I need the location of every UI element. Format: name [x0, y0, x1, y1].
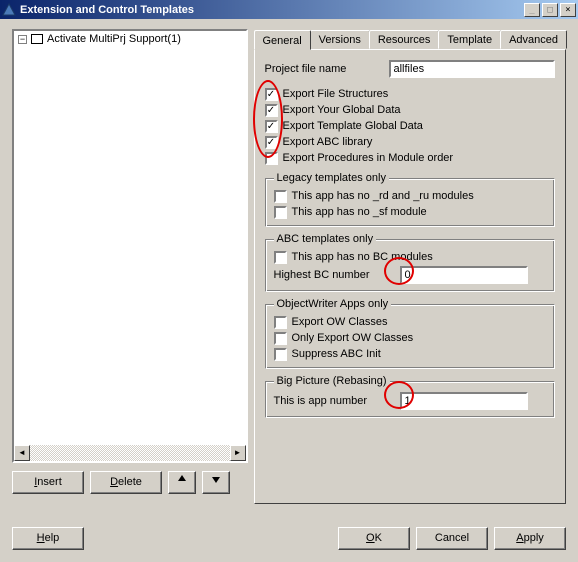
apply-button[interactable]: Apply — [494, 527, 566, 550]
move-up-button[interactable] — [168, 471, 196, 494]
group-big-picture: Big Picture (Rebasing) This is app numbe… — [265, 375, 556, 418]
ok-label: K — [375, 532, 382, 544]
app-icon — [2, 3, 16, 17]
maximize-button[interactable]: □ — [542, 3, 558, 17]
move-down-button[interactable] — [202, 471, 230, 494]
tab-template[interactable]: Template — [438, 30, 501, 49]
checkbox-export-file-structures[interactable]: ✓ — [265, 88, 278, 101]
titlebar: Extension and Control Templates _ □ × — [0, 0, 578, 19]
group-legend: Big Picture (Rebasing) — [274, 375, 390, 387]
app-number-input[interactable] — [400, 392, 528, 410]
group-abc: ABC templates only This app has no BC mo… — [265, 233, 556, 292]
check-label: This app has no _rd and _ru modules — [292, 190, 474, 202]
app-number-label: This is app number — [274, 395, 394, 407]
scrollbar-horizontal[interactable]: ◄ ► — [14, 445, 246, 461]
tab-body-general: Project file name ✓ Export File Structure… — [254, 49, 567, 504]
checkbox-no-bc[interactable] — [274, 251, 287, 264]
tab-advanced[interactable]: Advanced — [500, 30, 567, 49]
check-label: Suppress ABC Init — [292, 348, 381, 360]
check-label: Export ABC library — [283, 136, 373, 148]
tree-expand-icon[interactable]: − — [18, 35, 27, 44]
tab-resources[interactable]: Resources — [369, 30, 440, 49]
group-legacy: Legacy templates only This app has no _r… — [265, 172, 556, 227]
ok-button[interactable]: OK — [338, 527, 410, 550]
template-tree[interactable]: − Activate MultiPrj Support(1) ◄ ► — [12, 29, 248, 463]
check-label: This app has no BC modules — [292, 251, 433, 263]
checkbox-export-global-data[interactable]: ✓ — [265, 104, 278, 117]
project-file-label: Project file name — [265, 63, 383, 75]
checkbox-export-procedures[interactable] — [265, 152, 278, 165]
highest-bc-label: Highest BC number — [274, 269, 394, 281]
group-legend: ObjectWriter Apps only — [274, 298, 392, 310]
help-label: elp — [45, 532, 60, 544]
check-label: Export Procedures in Module order — [283, 152, 454, 164]
window-title: Extension and Control Templates — [20, 4, 524, 16]
delete-button[interactable]: Delete — [90, 471, 162, 494]
close-button[interactable]: × — [560, 3, 576, 17]
cancel-button[interactable]: Cancel — [416, 527, 488, 550]
delete-label: elete — [118, 476, 142, 488]
check-label: Only Export OW Classes — [292, 332, 414, 344]
checkbox-export-ow[interactable] — [274, 316, 287, 329]
check-label: Export Template Global Data — [283, 120, 423, 132]
checkbox-only-export-ow[interactable] — [274, 332, 287, 345]
checkbox-suppress-abc-init[interactable] — [274, 348, 287, 361]
help-button[interactable]: Help — [12, 527, 84, 550]
tab-general[interactable]: General — [254, 30, 311, 50]
group-objectwriter: ObjectWriter Apps only Export OW Classes… — [265, 298, 556, 369]
checkbox-export-template-global[interactable]: ✓ — [265, 120, 278, 133]
scroll-right-button[interactable]: ► — [230, 445, 246, 461]
check-label: This app has no _sf module — [292, 206, 427, 218]
checkbox-no-rd-ru[interactable] — [274, 190, 287, 203]
insert-label: nsert — [37, 476, 61, 488]
group-legend: ABC templates only — [274, 233, 377, 245]
minimize-button[interactable]: _ — [524, 3, 540, 17]
tree-node-icon — [31, 34, 43, 44]
checkbox-no-sf[interactable] — [274, 206, 287, 219]
tab-panel: General Versions Resources Template Adva… — [254, 29, 567, 503]
group-legend: Legacy templates only — [274, 172, 389, 184]
check-label: Export Your Global Data — [283, 104, 401, 116]
tree-item-label: Activate MultiPrj Support(1) — [47, 33, 181, 45]
scroll-track[interactable] — [30, 445, 230, 461]
project-file-input[interactable] — [389, 60, 556, 78]
tab-versions[interactable]: Versions — [310, 30, 370, 49]
scroll-left-button[interactable]: ◄ — [14, 445, 30, 461]
check-label: Export OW Classes — [292, 316, 388, 328]
insert-button[interactable]: Insert — [12, 471, 84, 494]
apply-label: pply — [524, 532, 544, 544]
checkbox-export-abc-library[interactable]: ✓ — [265, 136, 278, 149]
highest-bc-input[interactable] — [400, 266, 528, 284]
tree-item[interactable]: − Activate MultiPrj Support(1) — [14, 31, 246, 47]
check-label: Export File Structures — [283, 88, 389, 100]
